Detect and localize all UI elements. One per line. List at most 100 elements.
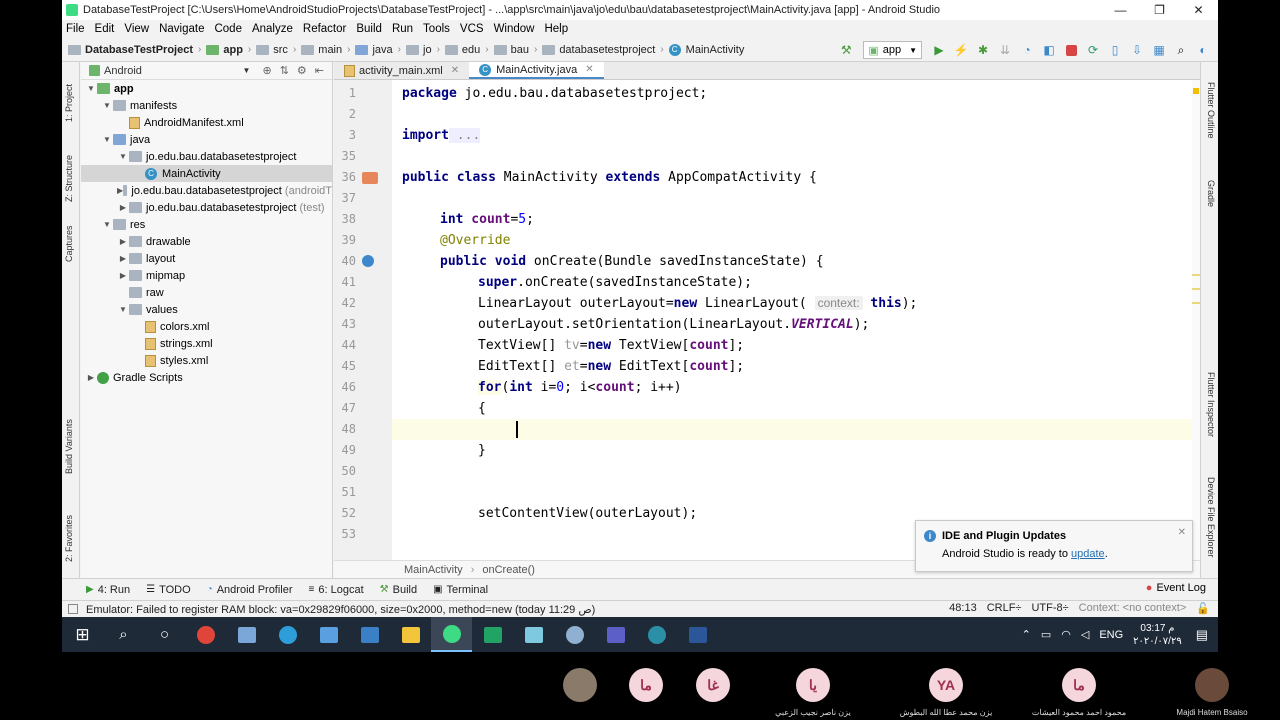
tree-item-colors[interactable]: colors.xml — [81, 318, 332, 335]
warning-marker[interactable] — [1193, 88, 1199, 94]
sync-gradle-icon[interactable]: ⟳ — [1082, 41, 1104, 59]
file-explorer-icon[interactable] — [390, 617, 431, 652]
participant[interactable]: يا يزن ناصر نجيب الزعبي — [753, 668, 873, 717]
profile-icon[interactable]: ◔ — [1016, 41, 1038, 59]
network-icon[interactable]: ◠ — [1061, 628, 1071, 641]
volume-icon[interactable]: ◁ — [1081, 628, 1089, 641]
favorites-tool-tab[interactable]: 2: Favorites — [64, 515, 74, 562]
close-tab-icon[interactable]: ✕ — [585, 64, 593, 75]
store-icon[interactable] — [226, 617, 267, 652]
settings-icon[interactable]: ◐ — [1192, 41, 1214, 59]
update-link[interactable]: update — [1071, 548, 1105, 560]
tree-item-drawable[interactable]: ▶ drawable — [81, 233, 332, 250]
close-tab-icon[interactable]: ✕ — [451, 65, 459, 76]
editor-scrollbar[interactable] — [1192, 80, 1200, 560]
project-tool-tab[interactable]: 1: Project — [64, 84, 74, 122]
participant[interactable]: ما محمود احمد محمود العيشات — [1019, 668, 1139, 717]
input-language[interactable]: ENG — [1099, 629, 1123, 641]
attach-debugger-icon[interactable]: ⇊ — [994, 41, 1016, 59]
activity-gutter-icon[interactable] — [362, 172, 378, 184]
event-log-button[interactable]: ● Event Log — [1146, 582, 1206, 594]
tree-item-app[interactable]: ▼ app — [81, 80, 332, 97]
word-icon[interactable] — [677, 617, 718, 652]
tree-item-raw[interactable]: raw — [81, 284, 332, 301]
menu-code[interactable]: Code — [214, 23, 242, 35]
tree-item-package-test[interactable]: ▶ jo.edu.bau.databasetestproject (test) — [81, 199, 332, 216]
tab-main-activity-java[interactable]: C MainActivity.java ✕ — [469, 62, 604, 79]
stop-icon[interactable] — [1060, 41, 1082, 59]
menu-refactor[interactable]: Refactor — [303, 23, 346, 35]
run-config-select[interactable]: ▣ app ▼ — [863, 41, 922, 59]
line-separator[interactable]: CRLF÷ — [987, 602, 1022, 615]
hammer-icon[interactable]: ⚒ — [835, 41, 857, 59]
project-structure-icon[interactable]: ▦ — [1148, 41, 1170, 59]
teams-icon[interactable] — [595, 617, 636, 652]
task-view-icon[interactable]: ○ — [144, 617, 185, 652]
sdk-manager-icon[interactable]: ⇩ — [1126, 41, 1148, 59]
menu-run[interactable]: Run — [392, 23, 413, 35]
hide-icon[interactable]: ⇤ — [315, 64, 324, 77]
logcat-tool-button[interactable]: ≡ 6: Logcat — [309, 584, 364, 596]
lock-icon[interactable]: 🔓 — [1196, 602, 1210, 615]
breadcrumb-edu[interactable]: edu — [462, 44, 480, 56]
run-tool-button[interactable]: ▶ 4: Run — [86, 584, 130, 596]
maximize-button[interactable]: ❐ — [1140, 0, 1179, 20]
caret-position[interactable]: 48:13 — [949, 602, 977, 615]
breadcrumb-java[interactable]: java — [372, 44, 392, 56]
close-button[interactable]: ✕ — [1179, 0, 1218, 20]
windows-start-icon[interactable]: ⊞ — [62, 617, 103, 652]
code-area[interactable]: package jo.edu.bau.databasetestproject; … — [392, 80, 1192, 560]
build-tool-button[interactable]: ⚒ Build — [380, 584, 417, 596]
menu-help[interactable]: Help — [544, 23, 568, 35]
search-icon[interactable]: ⌕ — [103, 617, 144, 652]
tree-item-strings[interactable]: strings.xml — [81, 335, 332, 352]
breadcrumb-project[interactable]: DatabaseTestProject — [85, 44, 193, 56]
tree-item-layout[interactable]: ▶ layout — [81, 250, 332, 267]
menu-tools[interactable]: Tools — [423, 23, 450, 35]
menu-vcs[interactable]: VCS — [460, 23, 484, 35]
snipping-icon[interactable] — [349, 617, 390, 652]
editor-breadcrumb-class[interactable]: MainActivity — [404, 564, 463, 576]
android-studio-taskbar-icon[interactable] — [431, 617, 472, 652]
minimize-button[interactable]: — — [1101, 0, 1140, 20]
breadcrumb-app[interactable]: app — [223, 44, 243, 56]
search-icon[interactable]: ⌕ — [1170, 41, 1192, 59]
tree-item-manifests[interactable]: ▼ manifests — [81, 97, 332, 114]
tree-item-android-manifest[interactable]: AndroidManifest.xml — [81, 114, 332, 131]
file-encoding[interactable]: UTF-8÷ — [1031, 602, 1068, 615]
tree-item-package-androidtest[interactable]: ▶ jo.edu.bau.databasetestproject (android… — [81, 182, 332, 199]
gradle-tab[interactable]: Gradle — [1206, 180, 1216, 207]
tree-item-values[interactable]: ▼ values — [81, 301, 332, 318]
breadcrumb-main[interactable]: main — [318, 44, 342, 56]
build-variants-tool-tab[interactable]: Build Variants — [64, 419, 74, 474]
captures-tool-tab[interactable]: Captures — [64, 225, 74, 262]
edge-icon[interactable] — [267, 617, 308, 652]
collapse-icon[interactable]: ⇅ — [280, 64, 289, 77]
chrome-icon[interactable] — [185, 617, 226, 652]
avd-manager-icon[interactable]: ▯ — [1104, 41, 1126, 59]
profiler-tool-button[interactable]: ◔ Android Profiler — [207, 584, 293, 596]
todo-tool-button[interactable]: ☰ TODO — [146, 584, 191, 596]
breadcrumb-bau[interactable]: bau — [511, 44, 529, 56]
virtualbox-icon[interactable] — [308, 617, 349, 652]
app-icon[interactable] — [513, 617, 554, 652]
apply-changes-icon[interactable]: ⚡ — [950, 41, 972, 59]
tree-item-main-activity[interactable]: C MainActivity — [81, 165, 332, 182]
clock[interactable]: 03:17 م ٢٠٢٠/٠٧/٢٩ — [1133, 622, 1182, 648]
editor-breadcrumb-method[interactable]: onCreate() — [482, 564, 535, 576]
menu-analyze[interactable]: Analyze — [252, 23, 293, 35]
terminal-tool-button[interactable]: ▣ Terminal — [433, 584, 488, 596]
tree-item-gradle-scripts[interactable]: ▶ Gradle Scripts — [81, 369, 332, 386]
tree-item-java[interactable]: ▼ java — [81, 131, 332, 148]
menu-file[interactable]: File — [66, 23, 85, 35]
breadcrumb-class[interactable]: MainActivity — [686, 44, 745, 56]
menu-view[interactable]: View — [124, 23, 149, 35]
app-icon[interactable] — [472, 617, 513, 652]
device-file-explorer-tab[interactable]: Device File Explorer — [1206, 477, 1216, 558]
project-view-select[interactable]: Android ▼ — [89, 65, 262, 77]
override-gutter-icon[interactable] — [362, 255, 374, 267]
participant[interactable]: Majdi Hatem Bsaiso — [1152, 668, 1272, 717]
menu-build[interactable]: Build — [356, 23, 382, 35]
breadcrumb-src[interactable]: src — [273, 44, 288, 56]
tree-item-mipmap[interactable]: ▶ mipmap — [81, 267, 332, 284]
